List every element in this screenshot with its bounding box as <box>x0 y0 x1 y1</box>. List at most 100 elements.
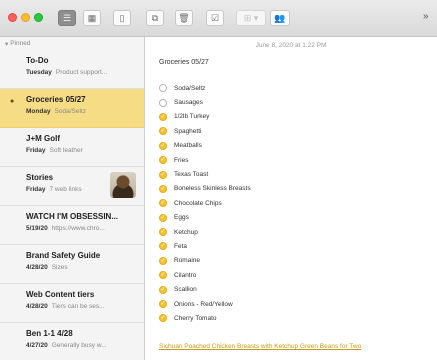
checklist-item-text[interactable]: Onions - Red/Yellow <box>174 301 233 308</box>
note-list-item[interactable]: ● Groceries 05/27 Monday Soda/Seltz <box>0 89 144 128</box>
note-title: Web Content tiers <box>26 290 95 299</box>
checkbox-icon[interactable]: ✓ <box>159 213 167 222</box>
note-meta: 4/28/20 Sizes <box>26 264 136 271</box>
note-editor[interactable]: June 8, 2020 at 1:22 PM Groceries 05/27 … <box>145 37 437 360</box>
zoom-window-button[interactable] <box>34 13 43 22</box>
checklist-item-text[interactable]: Cherry Tomato <box>174 315 217 322</box>
checklist-item: ✓ Chocolate Chips <box>159 196 251 210</box>
checkbox-icon[interactable]: ✓ <box>159 314 167 323</box>
note-heading[interactable]: Groceries 05/27 <box>159 59 209 66</box>
checkbox-icon[interactable]: ✓ <box>159 199 167 208</box>
format-button[interactable]: ⊞ ▾ <box>236 10 266 26</box>
close-window-button[interactable] <box>8 13 17 22</box>
checklist-item: ✓ 1/2lb Turkey <box>159 110 251 124</box>
checkbox-icon[interactable]: ✓ <box>159 127 167 136</box>
share-button[interactable]: 👥 <box>270 10 290 26</box>
checklist-item-text[interactable]: Sausages <box>174 99 203 106</box>
note-meta: 4/28/20 Tiers can be ses... <box>26 303 136 310</box>
note-preview: Soft leather <box>49 147 83 154</box>
checkbox-icon[interactable]: ✓ <box>159 184 167 193</box>
checklist-item: ✓ Texas Toast <box>159 167 251 181</box>
note-list-item[interactable]: Brand Safety Guide 4/28/20 Sizes <box>0 245 144 284</box>
checklist-item: ✓ Fries <box>159 153 251 167</box>
checklist-item: ✓ Romaine <box>159 254 251 268</box>
pin-icon: ● <box>10 98 15 105</box>
checklist-item-text[interactable]: Ketchup <box>174 229 198 236</box>
checklist-icon: ☑ <box>210 12 220 23</box>
note-list-item[interactable]: WATCH I'M OBSESSIN... 5/19/20 https://www.… <box>0 206 144 245</box>
note-title: WATCH I'M OBSESSIN... <box>26 212 118 221</box>
checklist-item-text[interactable]: Chocolate Chips <box>174 200 222 207</box>
list-icon: ☰ <box>62 12 72 23</box>
note-date: 4/27/20 <box>26 342 48 349</box>
checkbox-icon[interactable]: ✓ <box>159 271 167 280</box>
note-preview: https://www.chro... <box>51 225 105 232</box>
note-preview: Generally busy w... <box>51 342 107 349</box>
checkbox-icon[interactable]: ✓ <box>159 170 167 179</box>
checklist-item-text[interactable]: Feta <box>174 243 187 250</box>
note-preview: Sizes <box>51 264 68 271</box>
table-icon: ⊞ ▾ <box>243 12 259 23</box>
checklist-button[interactable]: ☑ <box>206 10 224 26</box>
list-view-button[interactable]: ☰ <box>58 10 76 26</box>
delete-button[interactable]: 🗑 <box>175 10 193 26</box>
checklist-item-text[interactable]: Scallion <box>174 286 197 293</box>
note-list-item[interactable]: Ben 1-1 4/28 4/27/20 Generally busy w... <box>0 323 144 360</box>
checklist-item-text[interactable]: Boneless Skinless Breasts <box>174 185 251 192</box>
checkbox-icon[interactable] <box>159 98 167 107</box>
compose-icon: ⧉ <box>151 12 159 23</box>
checklist-item: ✓ Cilantro <box>159 268 251 282</box>
note-title: Ben 1-1 4/28 <box>26 329 73 338</box>
checklist-item: ✓ Boneless Skinless Breasts <box>159 182 251 196</box>
checklist-item: Sausages <box>159 95 251 109</box>
checklist: Soda/Seltz Sausages ✓ 1/2lb Turkey ✓ Spaghett… <box>159 81 251 326</box>
note-list-item[interactable]: To-Do Tuesday Product support... <box>0 50 144 89</box>
note-list-item[interactable]: J+M Golf Friday Soft leather <box>0 128 144 167</box>
note-preview: Tiers can be ses... <box>51 303 105 310</box>
compose-button[interactable]: ⧉ <box>146 10 164 26</box>
note-date: Friday <box>26 186 46 193</box>
toolbar-overflow-icon[interactable]: » <box>423 11 429 22</box>
note-date: Monday <box>26 108 51 115</box>
note-meta: 5/19/20 https://www.chro... <box>26 225 136 232</box>
checkbox-icon[interactable]: ✓ <box>159 228 167 237</box>
pinned-section-header[interactable]: ▾ Pinned <box>0 37 144 50</box>
checkbox-icon[interactable] <box>159 84 167 93</box>
note-date: Tuesday <box>26 69 52 76</box>
checklist-item-text[interactable]: Soda/Seltz <box>174 85 205 92</box>
sidebar-icon: ▯ <box>119 12 125 23</box>
checklist-item-text[interactable]: 1/2lb Turkey <box>174 113 209 120</box>
note-meta: Friday Soft leather <box>26 147 136 154</box>
checklist-item: ✓ Cherry Tomato <box>159 311 251 325</box>
checkbox-icon[interactable]: ✓ <box>159 285 167 294</box>
checklist-item-text[interactable]: Eggs <box>174 214 189 221</box>
pinned-label: Pinned <box>10 40 31 47</box>
note-list-item[interactable]: Web Content tiers 4/28/20 Tiers can be ses… <box>0 284 144 323</box>
minimize-window-button[interactable] <box>21 13 30 22</box>
note-list-item[interactable]: Stories Friday 7 web links <box>0 167 144 206</box>
share-icon: 👥 <box>274 12 286 23</box>
checklist-item-text[interactable]: Spaghetti <box>174 128 201 135</box>
recipe-link[interactable]: Sichuan Poached Chicken Breasts with Ket… <box>159 343 361 350</box>
checklist-item-text[interactable]: Meatballs <box>174 142 202 149</box>
checklist-item: ✓ Spaghetti <box>159 124 251 138</box>
checkbox-icon[interactable]: ✓ <box>159 112 167 121</box>
checklist-item-text[interactable]: Texas Toast <box>174 171 208 178</box>
checklist-item: ✓ Ketchup <box>159 225 251 239</box>
checkbox-icon[interactable]: ✓ <box>159 242 167 251</box>
note-title: Brand Safety Guide <box>26 251 101 260</box>
checkbox-icon[interactable]: ✓ <box>159 300 167 309</box>
checkbox-icon[interactable]: ✓ <box>159 156 167 165</box>
checklist-item-text[interactable]: Cilantro <box>174 272 196 279</box>
checklist-item-text[interactable]: Fries <box>174 157 188 164</box>
gallery-view-button[interactable]: ▦ <box>83 10 101 26</box>
checklist-item-text[interactable]: Romaine <box>174 257 200 264</box>
checklist-item: ✓ Feta <box>159 239 251 253</box>
sidebar-toggle-button[interactable]: ▯ <box>113 10 131 26</box>
note-date: Friday <box>26 147 46 154</box>
note-title: J+M Golf <box>26 134 61 143</box>
checkbox-icon[interactable]: ✓ <box>159 141 167 150</box>
checklist-item: ✓ Meatballs <box>159 139 251 153</box>
checkbox-icon[interactable]: ✓ <box>159 256 167 265</box>
note-title: To-Do <box>26 56 49 65</box>
